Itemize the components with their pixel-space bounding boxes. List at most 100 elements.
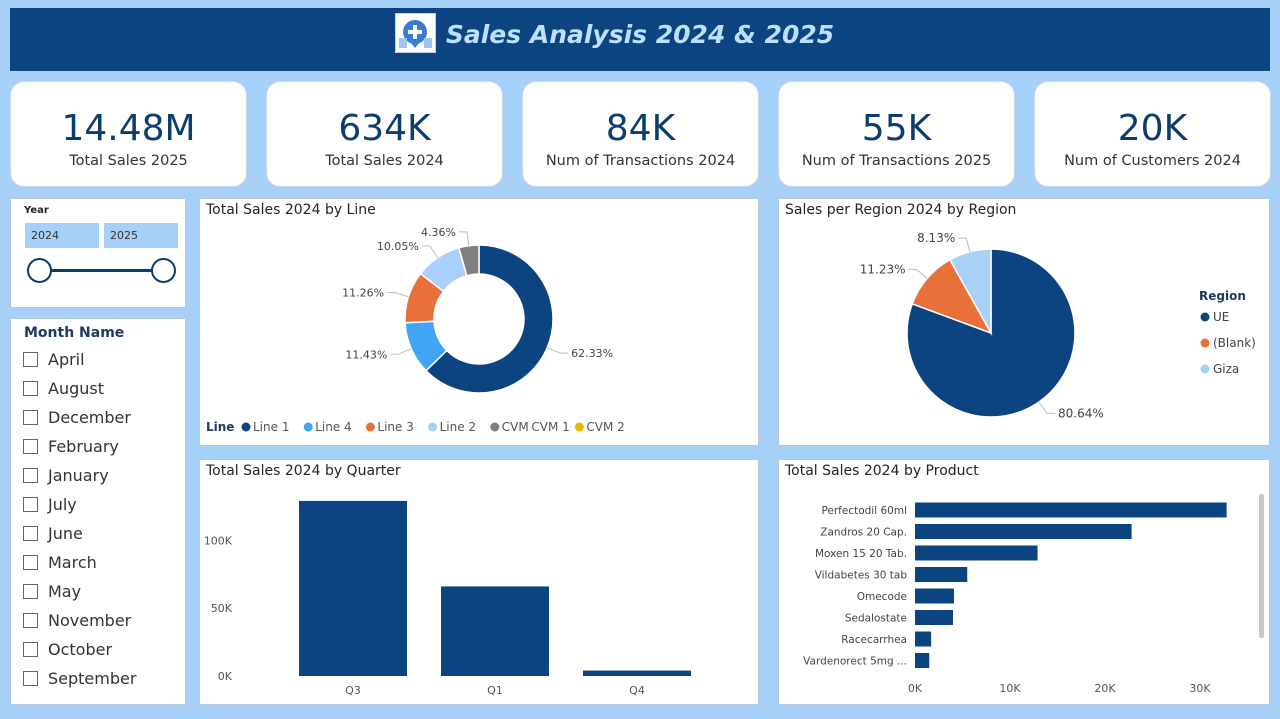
year-from-input[interactable]: 2024 [25,223,99,248]
kpi-label: Total Sales 2025 [69,153,188,169]
year-slider-track[interactable] [49,269,167,272]
y-tick-label: Zandros 20 Cap. [820,527,907,539]
bar [915,588,954,604]
checkbox[interactable] [23,496,38,512]
month-option-label: May [48,581,82,601]
data-label: 10.05% [377,240,419,253]
legend-marker [1200,364,1210,374]
checkbox[interactable] [23,641,38,657]
month-option[interactable]: October [23,638,112,660]
x-tick-label: 30K [1189,682,1211,695]
legend-marker [428,422,438,432]
year-to-input[interactable]: 2025 [104,223,178,248]
checkbox[interactable] [23,525,38,541]
legend-marker [1200,312,1210,322]
month-option[interactable]: July [23,493,77,515]
y-tick-label: Sedalostate [845,613,907,625]
legend-marker [241,422,251,432]
month-option[interactable]: May [23,580,81,602]
legend-marker [365,422,375,432]
product-bar-panel: Total Sales 2024 by Product Perfectodil … [778,459,1270,705]
leader-line [1038,401,1055,414]
line-donut-panel: Total Sales 2024 by Line 62.33% 11.43% 11.… [199,198,759,446]
legend-item: CVM 1 [531,420,569,434]
y-tick-label: 0K [218,670,233,683]
product-bar-chart: Perfectodil 60ml Zandros 20 Cap. Moxen 15 … [803,502,1227,695]
legend-item: Line 4 [315,420,351,434]
checkbox[interactable] [23,467,38,483]
year-slicer: Year 2024 2025 [10,198,186,308]
bar [915,567,968,582]
kpi-label: Num of Transactions 2024 [545,153,736,169]
bar [441,586,549,676]
scrollbar[interactable] [1259,494,1264,638]
year-slider-start-handle[interactable] [27,258,52,283]
kpi-value: 634K [338,108,431,149]
month-option-label: February [48,436,119,456]
checkbox[interactable] [23,380,38,396]
month-option[interactable]: January [23,464,109,486]
x-tick-label: 0K [908,682,923,695]
legend-item: UE [1213,310,1229,324]
leader-line [458,231,470,246]
y-tick-label: Racecarrhea [841,634,907,646]
year-slider-end-handle[interactable] [151,258,176,283]
month-option[interactable]: September [23,667,136,689]
month-option-label: March [48,552,97,572]
line-donut-chart: 62.33% 11.43% 11.26% 10.05%4.36% Line Line 1 L… [206,226,625,434]
kpi-value: 55K [861,108,932,149]
month-option[interactable]: February [23,435,119,457]
region-pie-panel: Sales per Region 2024 by Region 80.64% 11… [778,198,1270,446]
checkbox[interactable] [23,583,38,599]
quarter-bar-panel: Total Sales 2024 by Quarter 0K 50K 100K Q3 Q… [199,459,759,705]
bar [583,670,691,676]
checkbox[interactable] [23,554,38,570]
kpi-card-total-sales-2024: 634K Total Sales 2024 [266,81,503,187]
month-option-label: April [48,349,85,369]
legend-marker [574,422,584,432]
kpi-card-transactions-2024: 84K Num of Transactions 2024 [522,81,759,187]
month-option[interactable]: March [23,551,97,573]
month-option-label: July [48,494,77,514]
leader-line [908,268,928,279]
checkbox[interactable] [23,438,38,454]
y-tick-label: Perfectodil 60ml [821,505,907,517]
y-tick-label: Vildabetes 30 tab [815,570,908,582]
legend-marker [1200,338,1210,348]
month-option[interactable]: December [23,406,131,428]
dashboard-title: Sales Analysis 2024 & 2025 [445,20,835,49]
bar [915,502,1227,518]
legend-marker [303,422,313,432]
month-option-label: November [48,610,132,630]
x-tick-label: 10K [999,682,1021,695]
leader-line [958,237,971,252]
month-option[interactable]: November [23,609,131,631]
kpi-card-transactions-2025: 55K Num of Transactions 2025 [778,81,1015,187]
bar [915,631,932,647]
legend-title: Line [206,420,234,434]
checkbox[interactable] [23,670,38,686]
checkbox[interactable] [23,351,38,367]
year-slicer-title: Year [24,205,49,216]
legend-item: Line 2 [440,420,476,434]
legend-item: CVM [502,420,529,434]
month-option-label: January [48,465,109,485]
legend-title: Region [1199,289,1246,303]
kpi-value: 20K [1117,108,1188,149]
data-label: 62.33% [571,347,613,360]
legend-item: Giza [1213,362,1239,376]
checkbox[interactable] [23,612,38,628]
x-tick-label: Q3 [345,684,361,697]
y-tick-label: Omecode [857,591,907,603]
legend-item: (Blank) [1213,336,1256,350]
legend-marker [490,422,500,432]
data-label: 80.64% [1058,406,1104,420]
month-option[interactable]: April [23,348,85,370]
kpi-value: 84K [605,108,676,149]
month-option[interactable]: August [23,377,104,399]
y-tick-label: 50K [211,602,233,615]
data-label: 11.23% [860,262,906,276]
checkbox[interactable] [23,409,38,425]
data-label: 11.26% [342,287,384,300]
month-option[interactable]: June [23,522,83,544]
